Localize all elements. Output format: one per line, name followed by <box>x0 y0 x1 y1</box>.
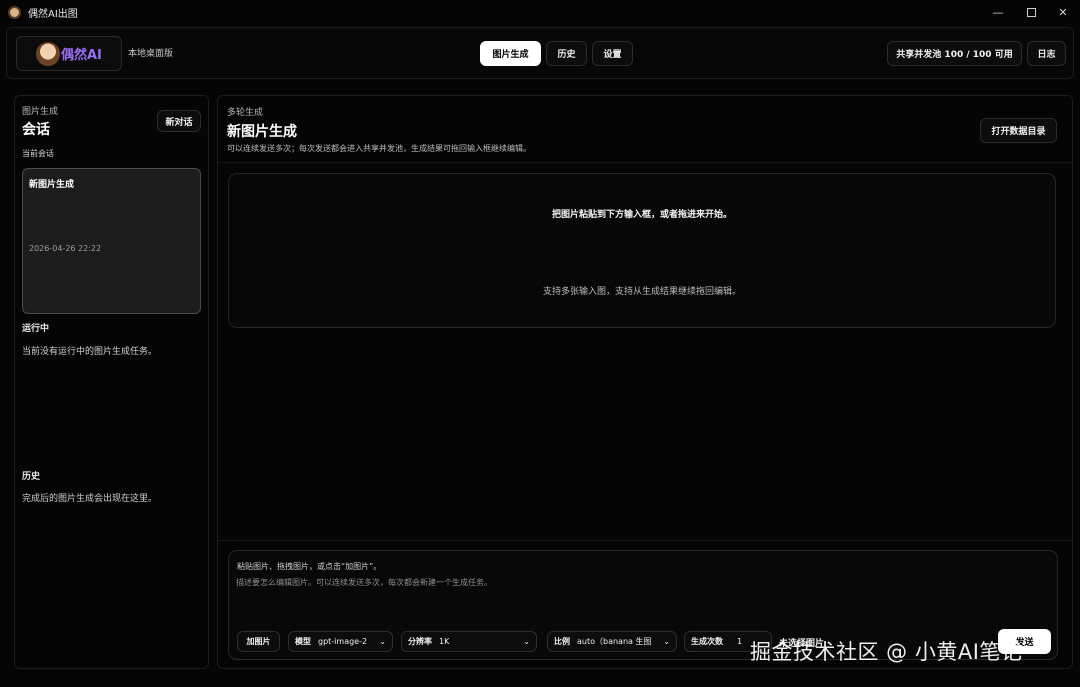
history-empty-text: 完成后的图片生成会出现在这里。 <box>22 494 158 504</box>
tab-image-generation[interactable]: 图片生成 <box>480 41 541 66</box>
app-avatar-icon <box>8 5 21 19</box>
chevron-down-icon: ⌄ <box>379 637 386 646</box>
watermark-text: 掘金技术社区 @ 小黄AI笔记 <box>750 640 1023 664</box>
sidebar-title: 会话 <box>22 122 50 138</box>
maximize-icon <box>1026 7 1036 17</box>
tab-history[interactable]: 历史 <box>546 41 587 66</box>
resolution-label: 分辨率 <box>408 637 432 646</box>
ratio-value: auto（banana 生图 <box>577 637 652 646</box>
main-nav: 图片生成 历史 设置 <box>480 41 633 66</box>
window-title: 偶然AI出图 <box>28 8 78 20</box>
composer-hint: 粘贴图片、拖拽图片，或点击“加图片”。 <box>237 562 382 571</box>
ratio-label: 比例 <box>554 637 570 646</box>
ratio-select[interactable]: 比例 auto（banana 生图 ⌄ <box>547 631 677 652</box>
running-empty-text: 当前没有运行中的图片生成任务。 <box>22 347 158 357</box>
close-button[interactable]: ✕ <box>1046 0 1080 24</box>
chevron-down-icon: ⌄ <box>523 637 530 646</box>
model-select[interactable]: 模型 gpt-image-2 ⌄ <box>288 631 393 652</box>
brand-avatar-icon <box>36 41 60 66</box>
tab-settings[interactable]: 设置 <box>592 41 633 66</box>
count-label: 生成次数 <box>691 637 723 646</box>
dropzone-secondary-text: 支持多张输入图，支持从生成结果继续拖回编辑。 <box>542 287 741 297</box>
history-label: 历史 <box>22 472 41 482</box>
prompt-input[interactable] <box>236 577 1048 617</box>
maximize-button[interactable] <box>1014 0 1048 24</box>
session-card[interactable]: 新图片生成 2026-04-26 22:22 <box>22 168 201 314</box>
model-value: gpt-image-2 <box>318 637 368 646</box>
dropzone-primary-text: 把图片粘贴到下方输入框，或者拖进来开始。 <box>551 210 732 220</box>
page-description: 可以连续发送多次；每次发送都会进入共享并发池，生成结果可拖回输入框继续编辑。 <box>227 144 531 153</box>
sidebar-kicker: 图片生成 <box>22 107 59 117</box>
resolution-select[interactable]: 分辨率 1K ⌄ <box>401 631 537 652</box>
app-window: 偶然AI出图 — ✕ 偶然AI 本地桌面版 图片生成 历史 设置 共享并发池 1… <box>0 0 1080 687</box>
model-label: 模型 <box>295 637 311 646</box>
current-session-label: 当前会话 <box>22 149 54 158</box>
main-panel: 多轮生成 新图片生成 可以连续发送多次；每次发送都会进入共享并发池，生成结果可拖… <box>217 95 1073 669</box>
main-kicker: 多轮生成 <box>227 108 264 118</box>
minimize-icon: — <box>992 5 1004 19</box>
title-bar: 偶然AI出图 <box>0 0 1080 24</box>
brand-logo: 偶然AI <box>16 36 122 71</box>
log-button[interactable]: 日志 <box>1027 41 1066 66</box>
minimize-button[interactable]: — <box>981 0 1015 24</box>
brand-name: 偶然AI <box>61 48 102 63</box>
close-icon: ✕ <box>1058 5 1068 19</box>
header-divider <box>218 162 1072 163</box>
page-title: 新图片生成 <box>227 124 297 140</box>
app-subtitle: 本地桌面版 <box>128 49 174 59</box>
composer-divider <box>218 540 1072 541</box>
session-time: 2026-04-26 22:22 <box>29 244 102 253</box>
new-chat-button[interactable]: 新对话 <box>157 110 201 132</box>
image-dropzone[interactable]: 把图片粘贴到下方输入框，或者拖进来开始。 支持多张输入图，支持从生成结果继续拖回… <box>228 173 1056 328</box>
running-label: 运行中 <box>22 324 50 334</box>
pool-status-button[interactable]: 共享并发池 100 / 100 可用 <box>887 41 1022 66</box>
session-name: 新图片生成 <box>29 180 75 190</box>
session-sidebar: 图片生成 会话 新对话 当前会话 新图片生成 2026-04-26 22:22 … <box>14 95 209 669</box>
chevron-down-icon: ⌄ <box>663 637 670 646</box>
resolution-value: 1K <box>439 637 450 646</box>
add-image-button[interactable]: 加图片 <box>237 631 280 652</box>
top-header: 偶然AI 本地桌面版 图片生成 历史 设置 共享并发池 100 / 100 可用… <box>6 27 1074 79</box>
open-data-dir-button[interactable]: 打开数据目录 <box>980 118 1057 143</box>
